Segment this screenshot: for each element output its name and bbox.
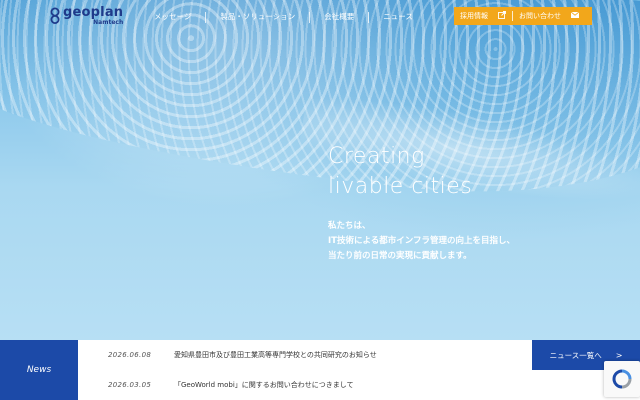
hero-headline: Creating livable cities xyxy=(328,142,472,202)
news-item[interactable]: 2026.06.08 愛知県豊田市及び豊田工業高等専門学校との共同研究のお知らせ xyxy=(108,350,377,360)
recruit-button[interactable]: 採用情報 xyxy=(454,7,512,25)
recaptcha-icon xyxy=(612,369,632,389)
news-item[interactable]: 2026.03.05 「GeoWorld mobi」に関するお問い合わせにつきま… xyxy=(108,380,354,390)
geoplan-logo-icon xyxy=(50,7,60,25)
logo-name: geoplan xyxy=(63,5,124,20)
hero-image xyxy=(0,0,640,340)
tagline-line-2: IT技術による都市インフラ管理の向上を目指し、 xyxy=(328,236,515,246)
contact-button[interactable]: お問い合わせ xyxy=(513,7,585,25)
main-nav: メッセージ 製品・ソリューション 会社概要 ニュース xyxy=(140,10,427,24)
recruit-label: 採用情報 xyxy=(460,12,488,20)
external-link-icon xyxy=(498,11,506,21)
news-section-label: News xyxy=(0,340,78,400)
headline-line-2: livable cities xyxy=(328,174,473,199)
logo[interactable]: geoplan Namtech xyxy=(50,6,123,26)
tagline-line-3: 当たり前の日常の実現に貢献します。 xyxy=(328,251,472,261)
mail-icon xyxy=(570,11,580,20)
headline-line-1: Creating xyxy=(328,144,425,169)
news-date: 2026.06.08 xyxy=(108,351,152,359)
news-list-label: ニュース一覧へ xyxy=(549,350,602,360)
hero-tagline: 私たちは、 IT技術による都市インフラ管理の向上を目指し、 当たり前の日常の実現… xyxy=(328,219,515,264)
contact-label: お問い合わせ xyxy=(519,12,561,20)
nav-item-products[interactable]: 製品・ソリューション xyxy=(206,11,309,23)
nav-item-company[interactable]: 会社概要 xyxy=(310,11,368,23)
recaptcha-badge[interactable] xyxy=(604,361,640,397)
nav-item-news[interactable]: ニュース xyxy=(369,11,427,23)
nav-item-message[interactable]: メッセージ xyxy=(140,11,205,23)
news-heading: News xyxy=(26,365,52,375)
tagline-line-1: 私たちは、 xyxy=(328,221,371,231)
news-title: 「GeoWorld mobi」に関するお問い合わせにつきまして xyxy=(174,381,354,389)
chevron-right-icon: > xyxy=(615,350,623,360)
header-cta: 採用情報 お問い合わせ xyxy=(454,7,592,25)
logo-sub: Namtech xyxy=(93,19,124,26)
news-date: 2026.03.05 xyxy=(108,381,152,389)
news-title: 愛知県豊田市及び豊田工業高等専門学校との共同研究のお知らせ xyxy=(174,351,377,359)
